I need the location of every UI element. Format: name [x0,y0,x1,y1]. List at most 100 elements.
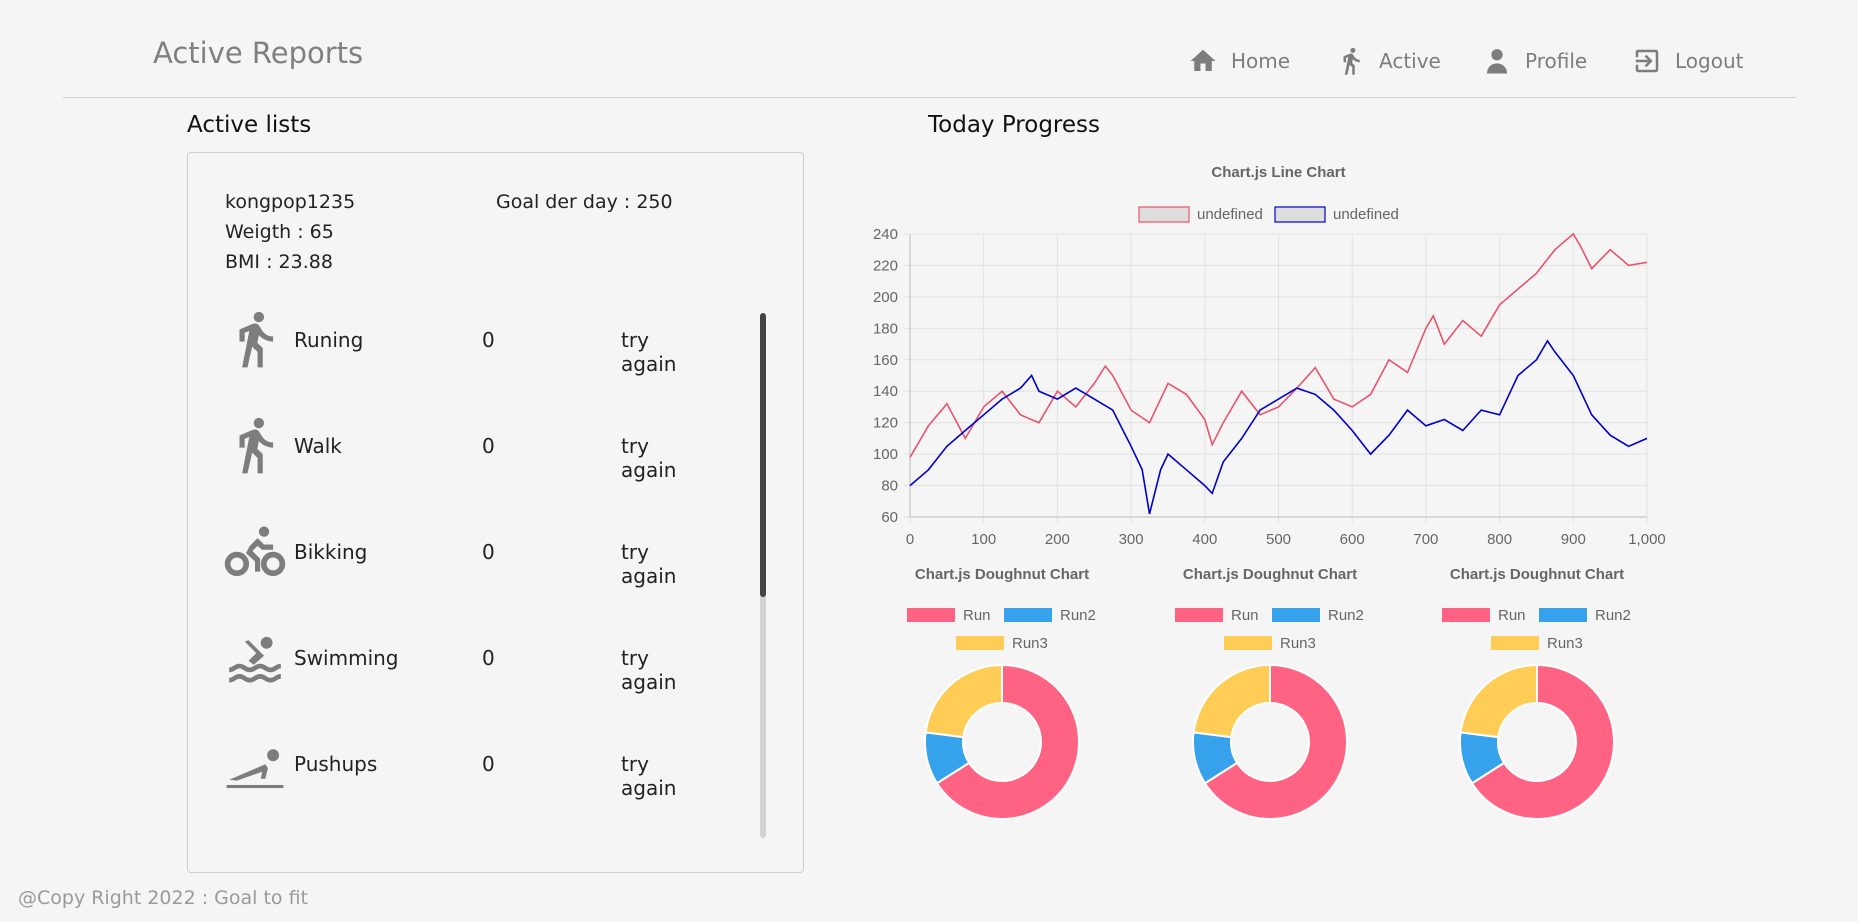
line-series-1 [909,232,1648,458]
list-item[interactable]: Pushups 0 try again [224,722,676,802]
activity-status: try again [621,540,677,588]
x-tick-label: 700 [1413,531,1438,548]
nav-active[interactable]: Active [1336,46,1441,76]
nav-active-label: Active [1379,49,1441,73]
logout-icon [1635,49,1659,73]
activity-name: Bikking [294,540,368,564]
active-lists-heading: Active lists [187,112,312,138]
y-tick-label: 140 [873,383,898,400]
y-tick-label: 240 [873,226,898,243]
activity-name: Swimming [294,646,399,670]
activity-status: try again [621,434,677,482]
running-icon [239,311,274,368]
legend-swatch [1272,608,1320,622]
legend-label: Run2 [1595,607,1631,624]
line-chart-title: Chart.js Line Chart [1211,164,1345,181]
doughnut-slice-run2 [924,731,971,785]
goal-per-day: Goal der day : 250 [496,191,673,213]
legend-swatch [1539,608,1587,622]
legend-swatch [907,608,955,622]
y-tick-label: 180 [873,320,898,337]
doughnut-chart-title: Chart.js Doughnut Chart [1183,566,1357,583]
x-tick-label: 0 [906,531,914,548]
y-tick-label: 220 [873,257,898,274]
x-tick-label: 1,000 [1628,531,1666,548]
y-tick-label: 100 [873,446,898,463]
legend-label: Run [963,607,991,624]
doughnut-chart-title: Chart.js Doughnut Chart [1450,566,1624,583]
activity-count: 0 [482,752,495,776]
running-icon [1343,47,1360,75]
doughnut-slice-run [1470,663,1615,820]
legend-swatch [1442,608,1490,622]
activity-name: Walk [294,434,342,458]
home-icon [1190,49,1216,71]
legend-label: Run2 [1328,607,1364,624]
username: kongpop1235 [225,191,356,213]
x-tick-label: 100 [971,531,996,548]
legend-label: Run3 [1547,635,1583,652]
swimming-icon [228,636,282,683]
activity-count: 0 [482,540,495,564]
pushup-icon [226,749,284,789]
legend-swatch [1004,608,1052,622]
activity-count: 0 [482,328,495,352]
list-item[interactable]: Swimming 0 try again [224,616,676,696]
nav-profile[interactable]: Profile [1482,46,1587,76]
doughnut-slice-run2 [1459,731,1506,785]
activity-status: try again [621,328,677,376]
legend-label: undefined [1197,206,1263,223]
activity-count: 0 [482,434,495,458]
doughnut-slice-run2 [1192,731,1239,785]
brand-title[interactable]: Active Reports [153,36,363,70]
legend-swatch [1138,206,1190,223]
list-item[interactable]: Walk 0 try again [224,404,676,484]
legend-label: Run [1498,607,1526,624]
legend-swatch [1175,608,1223,622]
activity-name: Pushups [294,752,378,776]
x-tick-label: 400 [1192,531,1217,548]
nav-profile-label: Profile [1525,49,1588,73]
doughnut-slice-run3 [1459,663,1538,739]
doughnut-chart-title: Chart.js Doughnut Chart [915,566,1089,583]
x-tick-label: 800 [1487,531,1512,548]
today-progress-heading: Today Progress [928,112,1100,138]
walking-icon [239,417,274,474]
nav-logout-label: Logout [1675,49,1744,73]
activity-status: try again [621,752,677,800]
x-tick-label: 600 [1340,531,1365,548]
y-tick-label: 60 [881,509,898,526]
nav-home-label: Home [1231,49,1291,73]
nav-home[interactable]: Home [1188,46,1290,76]
list-item[interactable]: Bikking 0 try again [224,510,676,590]
legend-label: Run2 [1060,607,1096,624]
doughnut-slice-run [935,663,1080,820]
person-icon [1487,49,1507,74]
nav-logout[interactable]: Logout [1632,46,1743,76]
legend-label: Run3 [1280,635,1316,652]
legend-swatch [1274,206,1326,223]
y-tick-label: 120 [873,415,898,432]
y-tick-label: 160 [873,352,898,369]
legend-swatch [956,636,1004,650]
activity-status: try again [621,646,677,694]
list-item[interactable]: Runing 0 try again [224,298,676,378]
footer-copyright: @Copy Right 2022 : Goal to fit [18,887,308,909]
x-tick-label: 500 [1266,531,1291,548]
bike-icon [224,526,286,577]
y-tick-label: 200 [873,289,898,306]
doughnut-slice-run [1203,663,1348,820]
bmi-value: BMI : 23.88 [225,251,333,273]
scrollbar-track[interactable] [760,313,766,838]
activity-name: Runing [294,328,364,352]
x-tick-label: 300 [1119,531,1144,548]
legend-label: undefined [1333,206,1399,223]
activity-count: 0 [482,646,495,670]
legend-swatch [1224,636,1272,650]
active-lists-panel[interactable]: kongpop1235 Goal der day : 250 Weigth : … [187,152,804,873]
scrollbar-thumb[interactable] [760,313,766,597]
x-tick-label: 200 [1045,531,1070,548]
weight-value: Weigth : 65 [225,221,334,243]
doughnut-slice-run3 [1192,663,1271,739]
legend-swatch [1491,636,1539,650]
